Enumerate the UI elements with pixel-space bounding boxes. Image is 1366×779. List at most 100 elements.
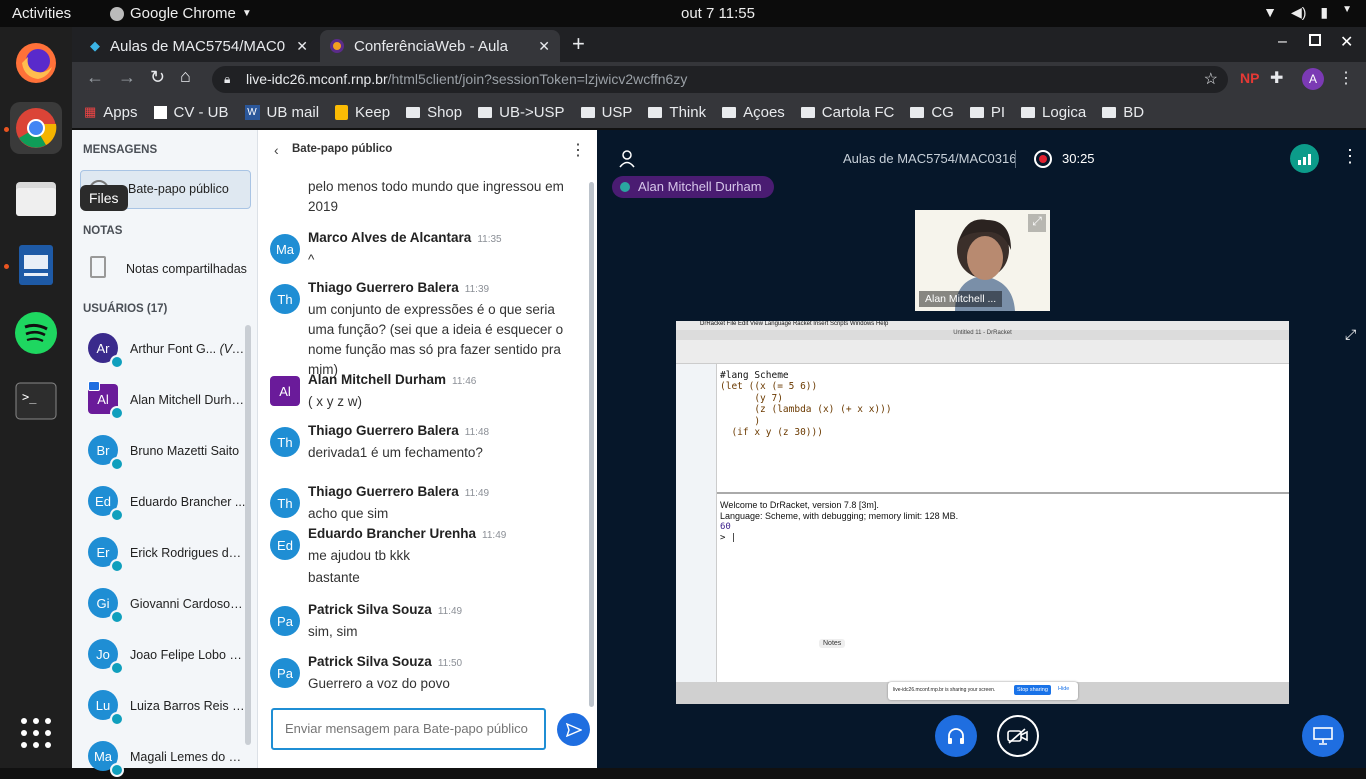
message-text: me ajudou tb kkk — [308, 548, 411, 563]
shared-notes-label: Notas compartilhadas — [126, 262, 247, 276]
message-text: acho que sim — [308, 506, 389, 521]
bookmark-bd[interactable]: BD — [1102, 104, 1144, 121]
minimize-button[interactable]: ‒ — [1278, 33, 1287, 51]
hide-button[interactable]: Hide — [1058, 686, 1069, 692]
user-list-scrollbar[interactable] — [245, 325, 251, 745]
user-list-item[interactable]: Br Bruno Mazetti Saito — [82, 431, 252, 473]
bookmark-star-icon[interactable]: ☆ — [1204, 66, 1218, 93]
url-bar[interactable]: 🔒︎ live-idc26.mconf.rnp.br/html5client/j… — [212, 66, 1228, 93]
back-icon[interactable]: ← — [86, 67, 104, 88]
extension-np-icon[interactable]: NP — [1240, 70, 1259, 86]
bookmark-cartola[interactable]: Cartola FC — [800, 104, 894, 121]
bookmark-ub-usp[interactable]: UB->USP — [478, 103, 565, 121]
user-list-item[interactable]: Al Alan Mitchell Durham — [82, 380, 252, 422]
presentation-button[interactable] — [1302, 715, 1344, 757]
new-tab-button[interactable]: + — [572, 31, 585, 57]
options-icon[interactable]: ⋮ — [1341, 146, 1359, 167]
avatar: Th — [270, 427, 300, 457]
fullscreen-icon[interactable]: ⤢ — [1028, 214, 1046, 232]
chevron-left-icon[interactable]: ‹ — [274, 142, 279, 158]
folder-icon — [910, 106, 925, 118]
bookmark-think[interactable]: Think — [648, 104, 706, 121]
bookmark-label: UB->USP — [499, 103, 565, 121]
user-icon[interactable] — [619, 150, 635, 168]
webcam-tile[interactable]: ⤢ Alan Mitchell ... — [915, 210, 1050, 311]
spotify-icon[interactable] — [10, 307, 62, 359]
code-line: (if x y (z 30))) — [720, 427, 823, 438]
folder-icon — [406, 106, 421, 118]
bookmark-logica[interactable]: Logica — [1021, 104, 1086, 121]
notes-tooltip: Notes — [819, 639, 846, 648]
record-indicator-icon[interactable] — [1034, 150, 1052, 168]
user-list-item[interactable]: ArArthur Font G... (Você) — [82, 329, 252, 371]
user-list-item[interactable]: Gi Giovanni Cardoso d... — [82, 584, 252, 626]
listen-only-icon — [110, 406, 124, 420]
clock[interactable]: out 7 11:55 — [681, 5, 755, 22]
extensions-puzzle-icon[interactable]: ✚ — [1270, 68, 1283, 88]
message-author: Marco Alves de Alcantara 11:35 — [308, 230, 502, 245]
chrome-menu-icon[interactable]: ⋮ — [1338, 68, 1354, 88]
folder-icon — [580, 106, 595, 118]
show-apps-icon[interactable] — [10, 707, 62, 759]
bookmark-label: UB mail — [266, 103, 320, 121]
files-icon[interactable] — [10, 172, 62, 224]
close-window-button[interactable]: ✕ — [1340, 32, 1353, 52]
chat-input[interactable] — [273, 710, 533, 746]
public-chat-label: Bate-papo público — [128, 182, 229, 196]
close-tab-icon[interactable]: ✕ — [538, 38, 550, 55]
bookmark-keep[interactable]: Keep — [335, 104, 390, 121]
chat-scrollbar[interactable] — [589, 182, 594, 707]
bookmark-shop[interactable]: Shop — [406, 104, 462, 121]
bookmark-label: BD — [1123, 103, 1145, 121]
forward-icon[interactable]: → — [118, 67, 136, 88]
bookmark-apps[interactable]: ▦ Apps — [84, 104, 138, 121]
stop-sharing-button[interactable]: Stop sharing — [1014, 685, 1051, 695]
bookmark-ub-mail[interactable]: W UB mail — [244, 103, 320, 121]
send-button[interactable] — [557, 713, 590, 746]
user-list-item[interactable]: Lu Luiza Barros Reis S... — [82, 686, 252, 728]
message-author: Thiago Guerrero Balera 11:48 — [308, 423, 490, 438]
video-button[interactable] — [997, 715, 1039, 757]
fullscreen-icon[interactable]: ⤢ — [1345, 326, 1356, 343]
listen-only-icon — [110, 559, 124, 573]
activities-button[interactable]: Activities — [12, 5, 71, 22]
user-list-item[interactable]: Ma Magali Lemes do Sa... — [82, 737, 252, 779]
reload-icon[interactable]: ↻ — [150, 67, 165, 88]
connection-status-button[interactable] — [1290, 144, 1319, 173]
user-list-item[interactable]: Ed Eduardo Brancher ... — [82, 482, 252, 524]
tab-conferenciaweb[interactable]: ConferênciaWeb - Aula ✕ — [320, 30, 560, 62]
audio-button[interactable] — [935, 715, 977, 757]
maximize-button[interactable] — [1309, 34, 1321, 46]
profile-avatar[interactable]: A — [1302, 68, 1324, 90]
home-icon[interactable]: ⌂ — [180, 66, 191, 87]
presenter-icon — [88, 381, 100, 391]
listen-only-icon — [110, 355, 124, 369]
screenshare-view[interactable]: DrRacket File Edit View Language Racket … — [676, 321, 1289, 704]
dock: >_ — [0, 27, 72, 768]
bookmark-label: Logica — [1042, 103, 1087, 121]
definitions-window: #lang Scheme (let ((x (= 5 6)) (y 7) (z … — [717, 364, 1289, 494]
dock-tooltip: Files — [80, 185, 128, 211]
bookmark-cv-ub[interactable]: CV - UB — [153, 103, 229, 121]
bookmark-cg[interactable]: CG — [910, 104, 954, 121]
bookmark-pi[interactable]: PI — [969, 104, 1005, 121]
chrome-icon[interactable] — [10, 102, 62, 154]
close-tab-icon[interactable]: ✕ — [296, 38, 308, 55]
shared-notes-item[interactable]: Notas compartilhadas — [80, 248, 251, 288]
bookmark-label: CV - UB — [173, 103, 229, 121]
user-list-item[interactable]: Jo Joao Felipe Lobo P... — [82, 635, 252, 677]
bookmark-acoes[interactable]: Açoes — [722, 104, 785, 121]
app-menu[interactable]: Google Chrome ▼ — [110, 5, 252, 22]
system-tray[interactable]: ▼ ◀) ▮ ▼ — [1263, 4, 1352, 21]
message-author: Thiago Guerrero Balera 11:49 — [308, 484, 490, 499]
code-line: ) — [720, 416, 761, 427]
firefox-icon[interactable] — [10, 37, 62, 89]
terminal-icon[interactable]: >_ — [10, 375, 62, 427]
user-list-item[interactable]: Er Erick Rodrigues de ... — [82, 533, 252, 575]
tab-title: Aulas de MAC5754/MAC0 — [110, 37, 286, 55]
chat-options-icon[interactable]: ⋮ — [570, 140, 586, 160]
listen-only-icon — [110, 712, 124, 726]
bookmark-usp[interactable]: USP — [580, 104, 632, 121]
document-viewer-icon[interactable] — [10, 239, 62, 291]
tab-aulas[interactable]: ◆ Aulas de MAC5754/MAC0 ✕ — [80, 30, 318, 62]
